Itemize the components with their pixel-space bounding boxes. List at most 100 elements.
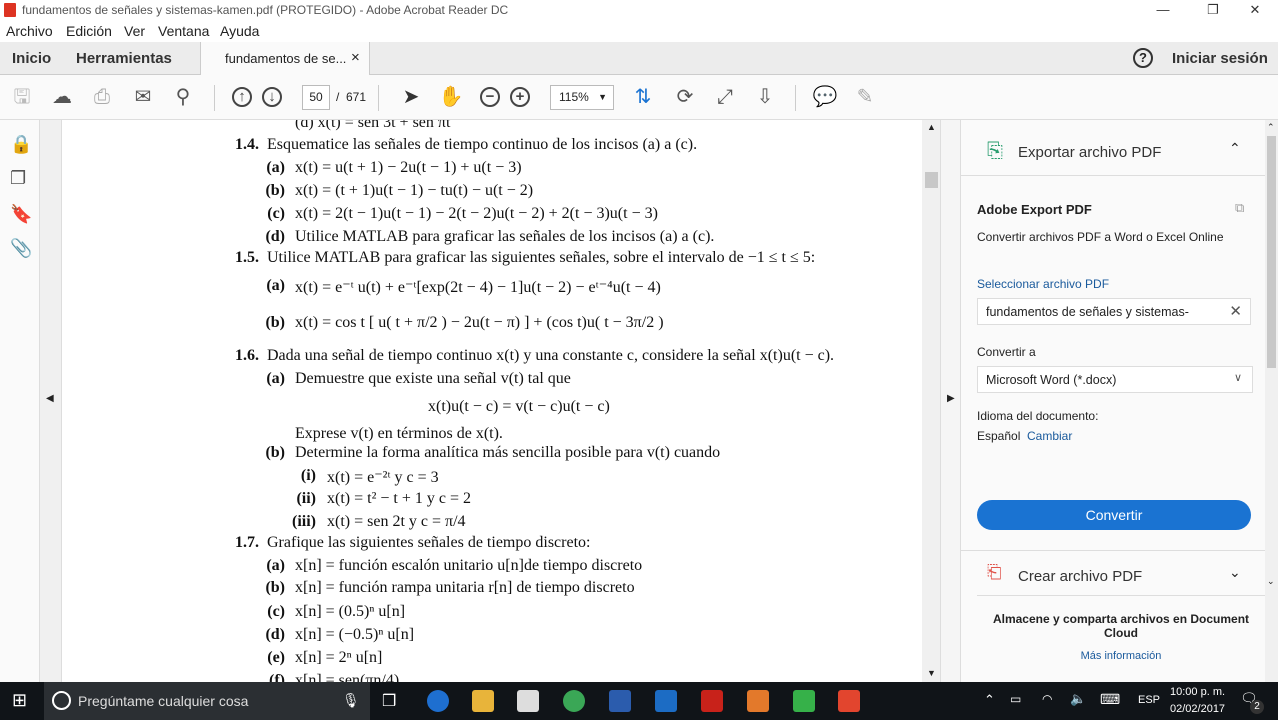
select-file-label: Seleccionar archivo PDF bbox=[977, 277, 1110, 291]
page-separator: / bbox=[336, 90, 340, 104]
clear-file-icon[interactable]: ✕ bbox=[1229, 302, 1242, 320]
selected-file-field[interactable]: fundamentos de señales y sistemas- ✕ bbox=[977, 298, 1251, 325]
scroll-down-icon[interactable]: ⌄ bbox=[1267, 576, 1275, 587]
recorder-icon[interactable] bbox=[838, 690, 860, 712]
convert-to-select[interactable]: Microsoft Word (*.docx) ∨ bbox=[977, 366, 1253, 393]
highlight-pen-icon[interactable]: ✎ bbox=[852, 84, 878, 110]
tab-inicio[interactable]: Inicio bbox=[12, 50, 51, 67]
tab-herramientas[interactable]: Herramientas bbox=[76, 50, 172, 67]
problem-text: x(t)u(t − c) = v(t − c)u(t − c) bbox=[428, 398, 610, 415]
service-title: Adobe Export PDF bbox=[977, 202, 1092, 217]
tab-document[interactable]: fundamentos de se... × bbox=[200, 42, 370, 76]
chrome-icon[interactable] bbox=[563, 690, 585, 712]
comment-icon[interactable]: 💬 bbox=[812, 84, 838, 110]
fullscreen-icon[interactable]: ⤢ bbox=[712, 84, 738, 110]
cloud-upload-icon[interactable]: ☁ bbox=[49, 84, 75, 110]
bookmark-icon[interactable]: 🔖 bbox=[10, 204, 32, 225]
scroll-up-icon[interactable]: ⌃ bbox=[1267, 122, 1275, 133]
create-pdf-header[interactable]: ⎗ Crear archivo PDF ⌄ bbox=[977, 552, 1266, 596]
read-mode-icon[interactable]: ⇩ bbox=[752, 84, 778, 110]
help-icon[interactable]: ? bbox=[1133, 48, 1153, 68]
search-icon[interactable]: ⚲ bbox=[170, 84, 196, 110]
problem-text: x[n] = (−0.5)ⁿ u[n] bbox=[295, 626, 415, 643]
chevron-down-icon: ▼ bbox=[598, 92, 607, 102]
right-panel-toggle[interactable]: ▶ bbox=[940, 120, 960, 682]
menu-ventana[interactable]: Ventana bbox=[158, 23, 209, 39]
email-icon[interactable]: ✉ bbox=[130, 84, 156, 110]
item-label: (iii) bbox=[292, 513, 316, 530]
panel-scrollbar[interactable]: ⌃ ⌄ bbox=[1265, 120, 1278, 682]
chevron-down-icon[interactable]: ⌄ bbox=[1229, 564, 1241, 581]
menu-ver[interactable]: Ver bbox=[124, 23, 145, 39]
next-page-icon[interactable]: ↓ bbox=[262, 87, 282, 107]
wifi-icon[interactable]: ◠ bbox=[1042, 692, 1052, 706]
problem-text: x(t) = t² − t + 1 y c = 2 bbox=[327, 490, 471, 507]
scroll-up-icon[interactable]: ▲ bbox=[927, 122, 936, 132]
document-scrollbar[interactable]: ▲ ▼ bbox=[922, 120, 940, 682]
item-label: (b) bbox=[265, 314, 285, 331]
expand-left-icon[interactable]: ◀ bbox=[46, 393, 54, 404]
windows-start-icon[interactable]: ⊞ bbox=[12, 690, 27, 711]
maximize-button[interactable]: ❐ bbox=[1190, 0, 1236, 20]
hand-tool-icon[interactable]: ✋ bbox=[438, 84, 464, 110]
scroll-down-icon[interactable]: ▼ bbox=[927, 668, 936, 678]
camtasia-icon[interactable] bbox=[793, 690, 815, 712]
menu-edicion[interactable]: Edición bbox=[66, 23, 112, 39]
change-language-link[interactable]: Cambiar bbox=[1027, 429, 1072, 443]
close-tab-icon[interactable]: × bbox=[351, 49, 360, 66]
page-number-input[interactable]: 50 bbox=[302, 85, 330, 110]
input-language[interactable]: ESP bbox=[1138, 694, 1160, 706]
microphone-icon[interactable]: 🎙 bbox=[342, 692, 360, 709]
outlook-icon[interactable] bbox=[655, 690, 677, 712]
prev-page-icon[interactable]: ↑ bbox=[232, 87, 252, 107]
menu-ayuda[interactable]: Ayuda bbox=[220, 23, 259, 39]
export-pdf-icon: ⎘ bbox=[987, 140, 1003, 162]
minimize-button[interactable]: — bbox=[1140, 0, 1186, 20]
acrobat-taskbar-icon[interactable] bbox=[701, 690, 723, 712]
zoom-select[interactable]: 115% ▼ bbox=[550, 85, 614, 110]
word-icon[interactable] bbox=[609, 690, 631, 712]
save-icon[interactable]: 🖫 bbox=[9, 84, 35, 110]
language-value: Español bbox=[977, 429, 1021, 443]
edge-icon[interactable] bbox=[427, 690, 449, 712]
panel-scroll-thumb[interactable] bbox=[1267, 136, 1276, 368]
problem-number: 1.5. bbox=[235, 249, 259, 266]
export-pdf-header[interactable]: ⎘ Exportar archivo PDF ⌃ bbox=[961, 120, 1266, 176]
zoom-out-icon[interactable]: − bbox=[480, 87, 500, 107]
chevron-up-icon[interactable]: ⌃ bbox=[1229, 140, 1241, 157]
document-view[interactable]: ◀ (d) x(t) = sen 3t + sen πt 1.4. Esquemat… bbox=[40, 120, 940, 682]
show-hidden-icons[interactable]: ⌃ bbox=[984, 692, 995, 708]
battery-icon[interactable]: ▭ bbox=[1010, 692, 1021, 706]
problem-text: Grafique las siguientes señales de tiemp… bbox=[267, 534, 591, 551]
scroll-mode-icon[interactable]: ⇅ bbox=[630, 84, 656, 110]
title-bar: fundamentos de señales y sistemas-kamen.… bbox=[0, 0, 1278, 20]
windows-taskbar: ⊞ Pregúntame cualquier cosa 🎙 ❒ ⌃ ▭ ◠ 🔈 … bbox=[0, 682, 1278, 720]
cortana-search-box[interactable]: Pregúntame cualquier cosa 🎙 bbox=[44, 682, 370, 720]
select-cursor-icon[interactable]: ➤ bbox=[398, 84, 424, 110]
item-label: (b) bbox=[265, 444, 285, 461]
print-icon[interactable]: ⎙ bbox=[89, 84, 115, 110]
matlab-icon[interactable] bbox=[747, 690, 769, 712]
keyboard-icon[interactable]: ⌨ bbox=[1100, 691, 1120, 708]
rotate-icon[interactable]: ⟳ bbox=[672, 84, 698, 110]
problem-text: x[n] = sen(πn/4) bbox=[295, 672, 400, 682]
file-explorer-icon[interactable] bbox=[472, 690, 494, 712]
pages-icon[interactable]: ❐ bbox=[10, 168, 26, 189]
more-info-link[interactable]: Más información bbox=[981, 650, 1261, 662]
sign-in-link[interactable]: Iniciar sesión bbox=[1172, 50, 1268, 67]
volume-icon[interactable]: 🔈 bbox=[1070, 691, 1086, 707]
convert-button[interactable]: Convertir bbox=[977, 500, 1251, 530]
clock-time[interactable]: 10:00 p. m. bbox=[1170, 686, 1225, 698]
store-icon[interactable] bbox=[517, 690, 539, 712]
lock-icon[interactable]: 🔒 bbox=[10, 134, 32, 155]
account-icon[interactable]: ⧉ bbox=[1235, 200, 1244, 216]
problem-text: Dada una señal de tiempo continuo x(t) y… bbox=[267, 347, 835, 364]
clock-date[interactable]: 02/02/2017 bbox=[1170, 703, 1225, 715]
scrollbar-thumb[interactable] bbox=[925, 172, 938, 188]
close-window-button[interactable]: ✕ bbox=[1232, 0, 1278, 20]
task-view-icon[interactable]: ❒ bbox=[382, 691, 396, 711]
menu-archivo[interactable]: Archivo bbox=[6, 23, 53, 39]
selected-file-name: fundamentos de señales y sistemas- bbox=[986, 305, 1189, 319]
zoom-in-icon[interactable]: + bbox=[510, 87, 530, 107]
attachment-icon[interactable]: 📎 bbox=[10, 238, 32, 259]
